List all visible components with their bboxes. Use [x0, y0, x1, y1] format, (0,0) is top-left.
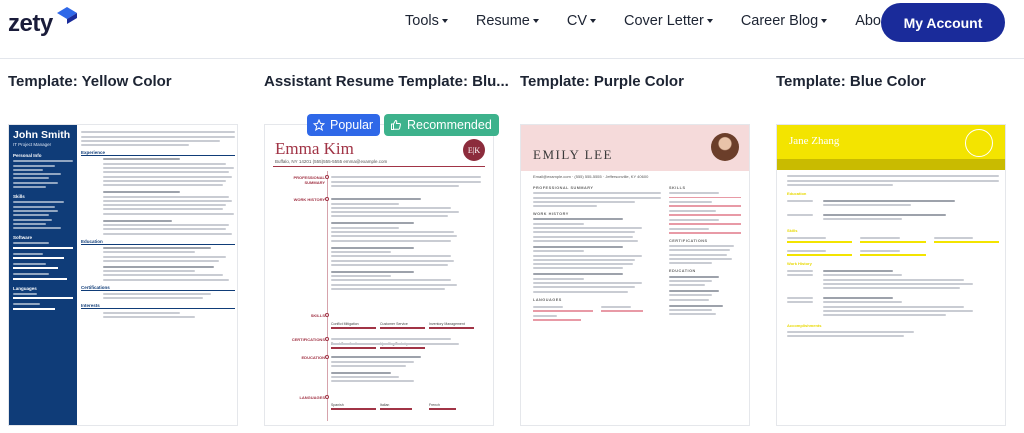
resume-main: Experience Education Certifications Inte…	[81, 129, 235, 320]
nav-cover-letter[interactable]: Cover Letter	[624, 13, 713, 29]
resume-section-heading: Education	[81, 239, 235, 245]
chevron-down-icon	[706, 19, 713, 23]
resume-section-heading: Languages	[13, 285, 37, 291]
resume-section-heading: EDUCATION	[301, 355, 325, 360]
resume-section-heading: CERTIFICATIONS	[291, 337, 325, 342]
resume-section-heading: LANGUAGES	[299, 395, 325, 400]
popular-label: Popular	[330, 118, 374, 132]
resume-sidebar: John Smith IT Project Manager Personal I…	[9, 125, 77, 425]
card-title-assistant[interactable]: Assistant Resume Template: Blu...	[264, 73, 509, 90]
nav-cv-label: CV	[566, 13, 588, 29]
main-nav: Tools Resume CV Cover Letter Career Blog…	[405, 13, 930, 29]
chevron-down-icon	[590, 19, 597, 23]
thumbs-up-icon	[391, 119, 401, 130]
nav-tools[interactable]: Tools	[405, 13, 448, 29]
resume-section-heading: SKILLS	[669, 186, 686, 190]
recommended-label: Recommended	[407, 118, 492, 132]
site-header: zety Tools Resume CV Cover Letter Career…	[0, 0, 1024, 44]
nav-career-blog-label: Career Blog	[740, 13, 819, 29]
resume-monogram	[965, 129, 993, 157]
resume-section-heading: SKILLS	[310, 313, 325, 318]
popular-badge: Popular	[307, 114, 381, 136]
resume-role: IT Project Manager	[13, 142, 52, 147]
chevron-down-icon	[532, 19, 539, 23]
resume-photo	[711, 133, 739, 161]
resume-name: John Smith	[13, 129, 71, 141]
resume-contact: Buffalo, NY 14201 (555)555-5555 emma@exa…	[275, 159, 388, 164]
resume-section-heading: Certifications	[81, 285, 235, 291]
nav-resume[interactable]: Resume	[476, 13, 539, 29]
resume-section-heading: LANGUAGES	[533, 297, 562, 302]
resume-section-heading: Skills	[787, 227, 798, 233]
resume-section-heading: PROFESSIONAL SUMMARY	[533, 186, 594, 190]
resume-section-heading: Skills	[13, 194, 25, 200]
logo-mark-icon	[57, 7, 77, 24]
nav-cover-letter-label: Cover Letter	[624, 13, 704, 29]
chevron-down-icon	[821, 19, 828, 23]
resume-section-heading: Work History	[787, 260, 812, 266]
resume-section-heading: PROFESSIONAL SUMMARY	[293, 175, 325, 185]
resume-section-heading: Education	[787, 190, 807, 196]
resume-section-heading: Experience	[81, 150, 235, 157]
card-title-yellow[interactable]: Template: Yellow Color	[8, 73, 248, 90]
resume-section-heading: Software	[13, 235, 33, 241]
resume-name: Jane Zhang	[789, 135, 840, 147]
resume-section-heading: EDUCATION	[669, 269, 696, 274]
chevron-down-icon	[441, 19, 448, 23]
resume-name: Emma Kim	[275, 139, 354, 158]
zety-logo[interactable]: zety	[8, 7, 77, 37]
header-divider	[0, 58, 1024, 59]
resume-thumbnail-purple[interactable]: EMILY LEE Email@example.com · (555) 555-…	[520, 124, 750, 426]
nav-cv[interactable]: CV	[566, 13, 597, 29]
card-title-blue[interactable]: Template: Blue Color	[776, 73, 1016, 90]
resume-name: EMILY LEE	[533, 147, 613, 162]
resume-section-heading: Interests	[81, 303, 235, 310]
resume-monogram: E|K	[463, 139, 485, 161]
nav-resume-label: Resume	[475, 13, 530, 29]
recommended-badge: Recommended	[384, 114, 499, 136]
my-account-button[interactable]: My Account	[881, 3, 1005, 42]
resume-section-heading: WORK HISTORY	[293, 197, 325, 202]
star-icon	[313, 119, 325, 131]
resume-contact-bar	[777, 159, 1005, 170]
card-title-purple[interactable]: Template: Purple Color	[520, 73, 760, 90]
resume-thumbnail-blue[interactable]: Jane Zhang Education Skills Work History…	[776, 124, 1006, 426]
resume-section-heading: Accomplishments	[787, 323, 822, 329]
nav-tools-label: Tools	[405, 13, 439, 29]
resume-thumbnail-yellow[interactable]: John Smith IT Project Manager Personal I…	[8, 124, 238, 426]
resume-section-heading: WORK HISTORY	[533, 212, 569, 217]
resume-contact: Email@example.com · (555) 555-5555 · Jef…	[533, 174, 649, 179]
resume-thumbnail-assistant[interactable]: Emma Kim E|K Buffalo, NY 14201 (555)555-…	[264, 124, 494, 426]
resume-section-heading: CERTIFICATIONS	[669, 238, 708, 243]
resume-section-heading: Personal Info	[13, 153, 42, 158]
nav-career-blog[interactable]: Career Blog	[740, 13, 828, 29]
logo-text: zety	[8, 10, 53, 37]
